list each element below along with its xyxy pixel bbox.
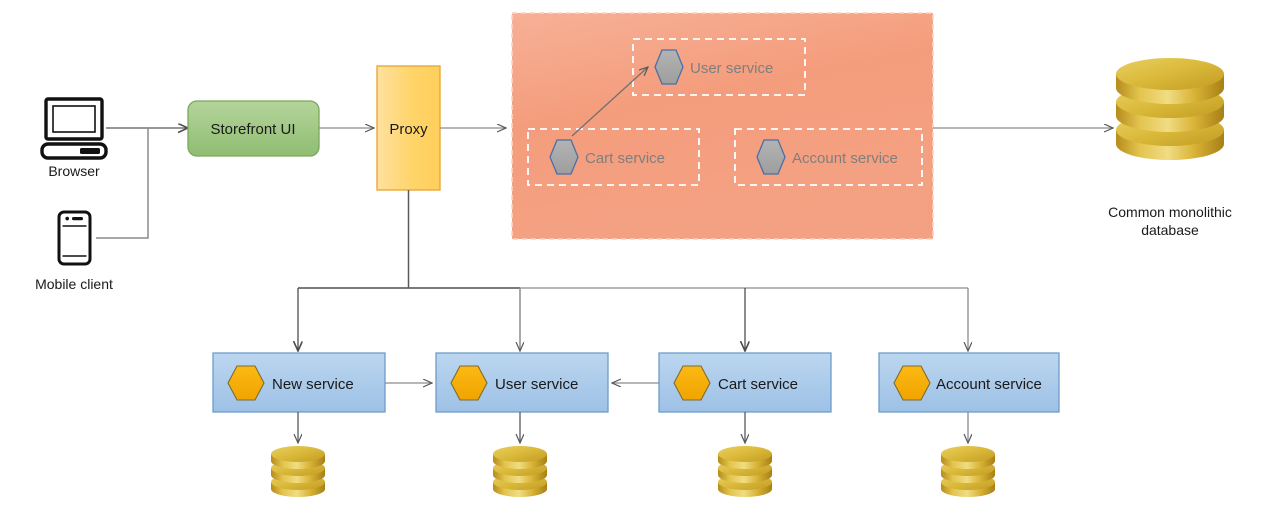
legacy-service-cart-label: Cart service (585, 150, 665, 167)
architecture-diagram: Browser Mobile client Storefront UI Prox… (0, 0, 1280, 521)
service-node-new[interactable]: New service (212, 352, 386, 413)
hexagon-icon (654, 49, 684, 85)
common-db-caption-line1: Common monolithic (1108, 204, 1232, 220)
service-node-account-label: Account service (936, 376, 1042, 393)
database-cylinder-icon (718, 446, 772, 497)
service-database-user (493, 446, 547, 497)
service-database-new (271, 446, 325, 497)
service-node-cart-label: Cart service (718, 376, 798, 393)
client-browser: Browser (40, 97, 108, 179)
service-database-account (941, 446, 995, 497)
proxy-label: Proxy (389, 121, 428, 138)
service-database-cart (718, 446, 772, 497)
database-cylinder-icon (941, 446, 995, 497)
client-browser-label: Browser (48, 163, 100, 179)
storefront-ui-label: Storefront UI (210, 121, 295, 138)
legacy-service-account-label: Account service (792, 150, 898, 167)
service-node-new-label: New service (272, 376, 354, 393)
hexagon-icon (756, 139, 786, 175)
connector-clients-to-storefront (96, 128, 188, 239)
common-monolithic-database: Common monolithic database (1108, 58, 1232, 238)
legacy-service-user-label: User service (690, 60, 773, 77)
legacy-monolith-panel: User service Cart service Account servic… (511, 12, 934, 240)
client-mobile: Mobile client (35, 210, 113, 292)
database-cylinder-icon (271, 446, 325, 497)
smartphone-icon (57, 210, 92, 266)
monitor-icon (40, 97, 108, 160)
hexagon-icon (549, 139, 579, 175)
common-db-caption-line2: database (1141, 222, 1199, 238)
service-node-account[interactable]: Account service (878, 352, 1060, 413)
database-cylinder-icon (1116, 58, 1224, 160)
service-node-cart[interactable]: Cart service (658, 352, 832, 413)
service-node-user[interactable]: User service (435, 352, 609, 413)
service-node-user-label: User service (495, 376, 578, 393)
storefront-ui-node[interactable]: Storefront UI (187, 100, 320, 157)
client-mobile-label: Mobile client (35, 276, 113, 292)
database-cylinder-icon (493, 446, 547, 497)
proxy-node[interactable]: Proxy (376, 65, 441, 191)
